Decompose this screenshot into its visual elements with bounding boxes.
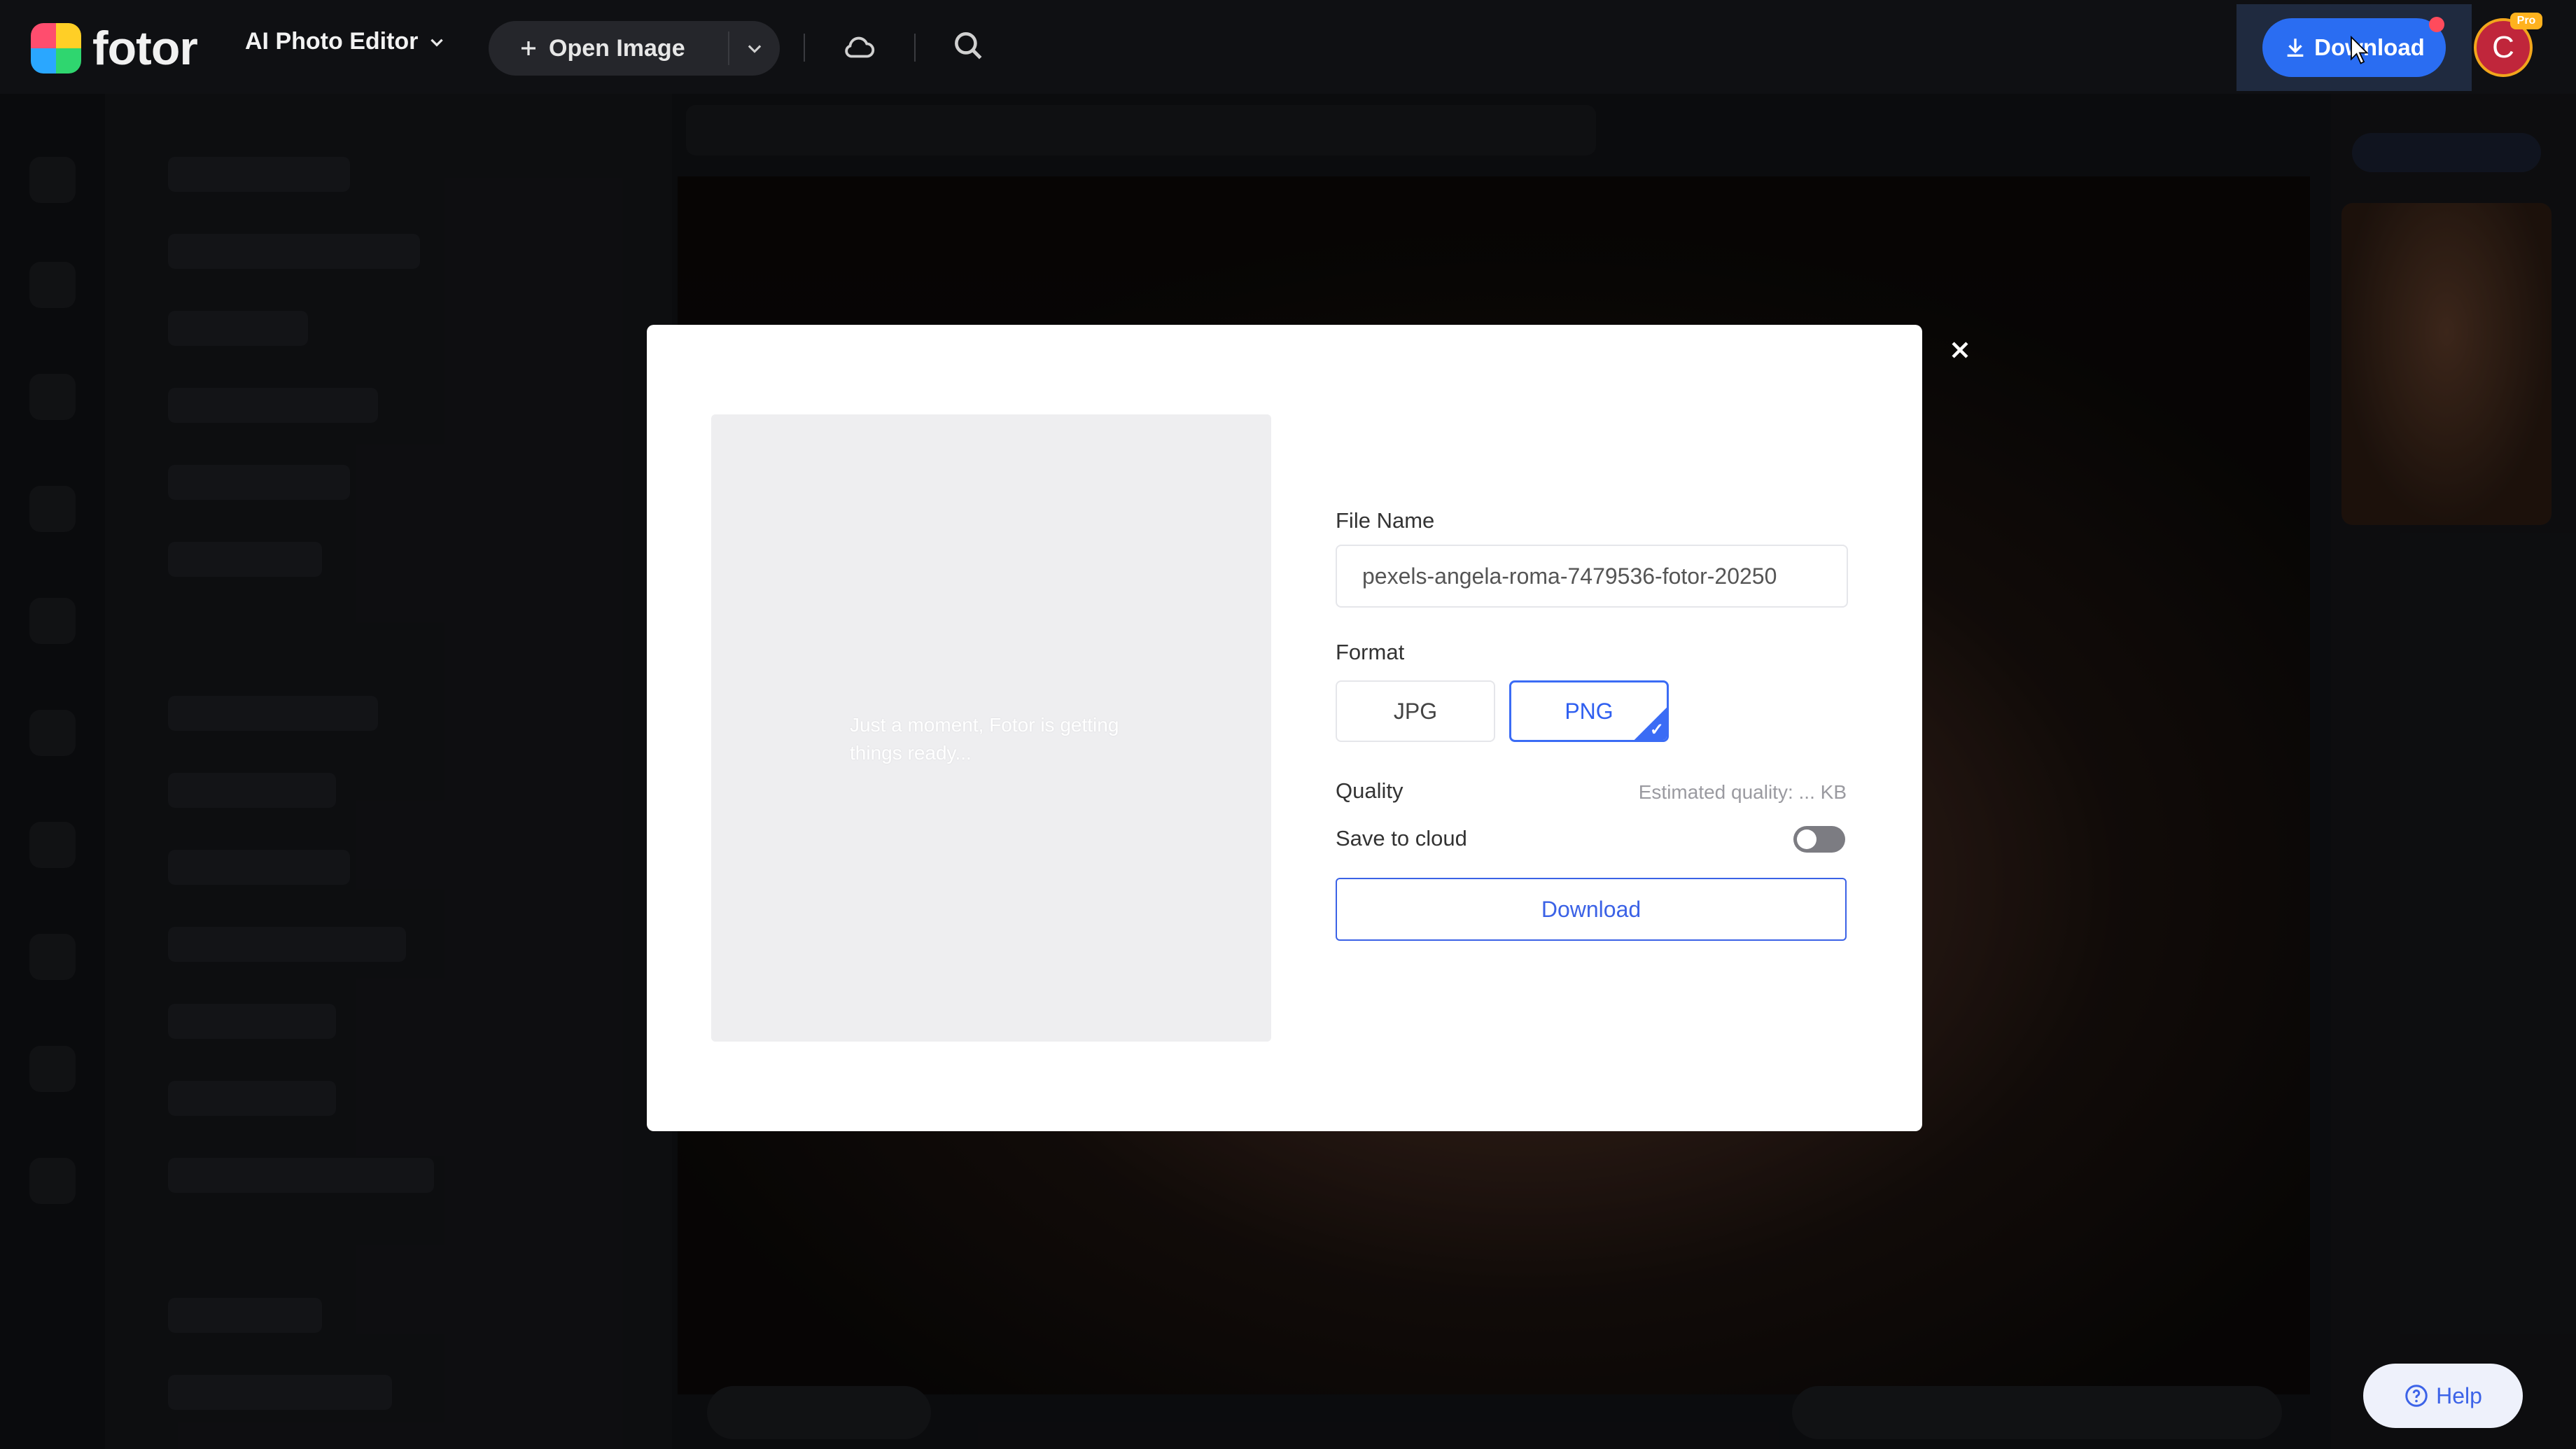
format-jpg-option[interactable]: JPG (1336, 680, 1495, 742)
help-label: Help (2436, 1382, 2482, 1408)
estimated-quality-text: Estimated quality: ... KB (1638, 781, 1847, 803)
chevron-down-icon (430, 38, 444, 47)
top-bar: fotor AI Photo Editor Open Image (0, 0, 2576, 94)
ai-photo-editor-menu[interactable]: AI Photo Editor (245, 28, 446, 55)
open-image-group: Open Image (489, 21, 780, 76)
export-preview: Just a moment, Fotor is getting things r… (711, 414, 1271, 1042)
format-png-label: PNG (1564, 698, 1614, 724)
chevron-down-icon (748, 45, 762, 53)
save-to-cloud-toggle[interactable] (1793, 826, 1845, 853)
plus-icon (522, 41, 536, 55)
toolbar-divider (914, 34, 916, 62)
close-icon[interactable] (1943, 333, 1977, 367)
download-icon (2287, 38, 2304, 57)
mouse-cursor-icon (2351, 35, 2369, 64)
check-icon: ✓ (1633, 706, 1667, 740)
file-name-label: File Name (1336, 508, 1435, 533)
file-name-input[interactable] (1336, 545, 1848, 608)
dialog-download-label: Download (1541, 896, 1642, 922)
format-png-option[interactable]: PNG ✓ (1509, 680, 1669, 742)
avatar-initial: C (2492, 30, 2514, 64)
fotor-logo[interactable]: fotor (31, 21, 198, 76)
open-image-button[interactable]: Open Image (489, 35, 728, 62)
search-icon[interactable] (951, 28, 986, 66)
editor-menu-label: AI Photo Editor (245, 28, 419, 55)
preview-loading-message: Just a moment, Fotor is getting things r… (850, 714, 1119, 764)
dialog-download-button[interactable]: Download (1336, 878, 1847, 941)
pro-badge: Pro (2510, 13, 2542, 29)
download-dialog: Just a moment, Fotor is getting things r… (647, 325, 1922, 1131)
format-jpg-label: JPG (1393, 698, 1438, 724)
toolbar-divider (804, 34, 805, 62)
logo-text: fotor (92, 22, 198, 75)
help-icon (2405, 1385, 2428, 1407)
help-button[interactable]: Help (2363, 1364, 2523, 1428)
save-to-cloud-label: Save to cloud (1336, 826, 1467, 850)
format-label: Format (1336, 640, 1405, 664)
cloud-icon[interactable] (840, 28, 878, 69)
quality-label: Quality (1336, 778, 1404, 803)
notification-dot (2429, 17, 2444, 32)
open-image-dropdown[interactable] (729, 38, 780, 58)
logo-mark-icon (31, 23, 81, 74)
open-image-label: Open Image (549, 34, 685, 62)
